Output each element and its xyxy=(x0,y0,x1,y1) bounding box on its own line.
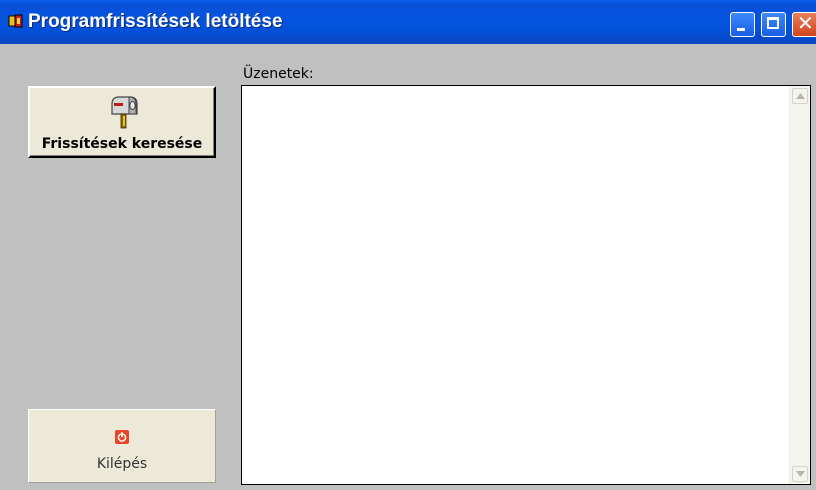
window-title: Programfrissítések letöltése xyxy=(28,11,283,32)
power-icon xyxy=(115,430,129,444)
arrow-down-icon xyxy=(796,471,805,477)
scroll-down-button[interactable] xyxy=(792,466,808,482)
exit-label: Kilépés xyxy=(96,456,148,472)
mailbox-icon xyxy=(111,96,138,129)
title-bar[interactable]: Programfrissítések letöltése ✕ xyxy=(0,0,816,44)
minimize-button[interactable] xyxy=(730,12,755,37)
minimize-icon xyxy=(737,28,745,31)
scroll-up-button[interactable] xyxy=(792,88,808,104)
messages-textarea[interactable] xyxy=(241,85,811,485)
arrow-up-icon xyxy=(796,93,805,99)
check-updates-label: Frissítések keresése xyxy=(41,136,203,152)
messages-label: Üzenetek: xyxy=(243,66,314,82)
maximize-icon xyxy=(767,17,779,29)
vertical-scrollbar[interactable] xyxy=(789,86,810,484)
close-icon: ✕ xyxy=(797,13,814,35)
maximize-button[interactable] xyxy=(761,12,786,37)
exit-button[interactable]: Kilépés xyxy=(28,409,216,483)
close-button[interactable]: ✕ xyxy=(792,12,816,37)
check-updates-button[interactable]: Frissítések keresése xyxy=(28,86,216,158)
app-icon xyxy=(8,14,23,28)
